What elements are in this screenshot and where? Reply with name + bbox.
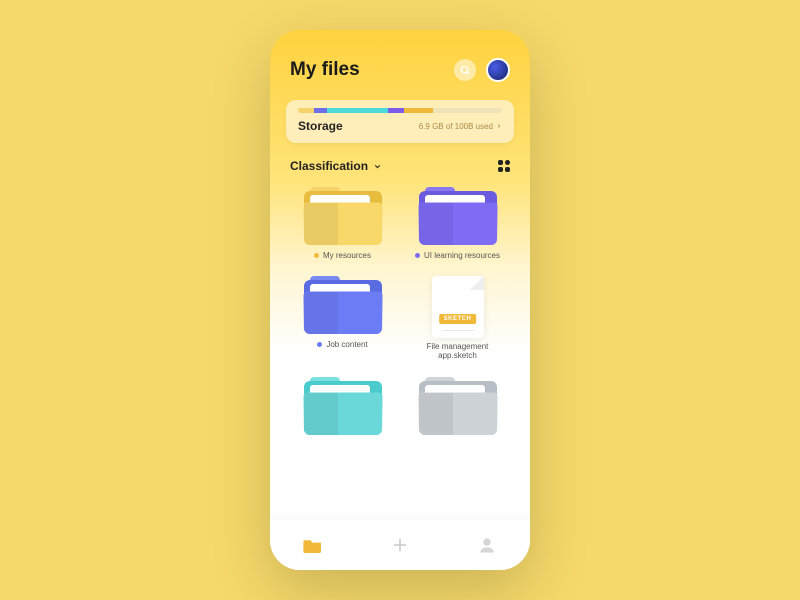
color-dot	[317, 342, 322, 347]
folder-label: UI learning resources	[415, 251, 500, 260]
tab-profile[interactable]	[476, 534, 498, 556]
storage-label: Storage	[298, 119, 343, 133]
storage-segment	[314, 108, 326, 113]
storage-bar	[298, 108, 502, 113]
color-dot	[314, 253, 319, 258]
user-icon	[478, 536, 496, 554]
storage-usage-text: 6.9 GB of 100B used	[419, 122, 493, 131]
folder-item[interactable]	[409, 377, 506, 441]
storage-segment	[388, 108, 404, 113]
folder-icon	[304, 187, 382, 245]
folder-name: My resources	[323, 251, 371, 260]
grid-icon	[498, 160, 503, 165]
tab-add[interactable]	[389, 534, 411, 556]
header-actions	[454, 58, 510, 82]
folder-name: Job content	[326, 340, 367, 349]
folder-icon	[303, 537, 323, 553]
avatar[interactable]	[486, 58, 510, 82]
storage-row: Storage 6.9 GB of 100B used	[298, 119, 502, 133]
file-grid: My resources UI learning resources Job con…	[270, 183, 530, 441]
tab-files[interactable]	[302, 534, 324, 556]
folder-icon	[304, 276, 382, 334]
folder-item[interactable]: My resources	[294, 187, 391, 260]
folder-icon	[419, 377, 497, 435]
header: My files	[270, 30, 530, 94]
file-badge: SKETCH	[439, 314, 477, 324]
storage-segment	[404, 108, 433, 113]
tabbar	[270, 520, 530, 570]
folder-label: Job content	[317, 340, 367, 349]
chevron-right-icon	[496, 123, 502, 129]
classification-row: Classification	[270, 157, 530, 183]
classification-dropdown[interactable]: Classification	[290, 159, 382, 173]
file-name: File management app.sketch	[423, 342, 493, 360]
folder-label: My resources	[314, 251, 371, 260]
phone-frame: My files Storage 6.9 GB of 100B used Cla…	[270, 30, 530, 570]
storage-card[interactable]: Storage 6.9 GB of 100B used	[286, 100, 514, 143]
folder-item[interactable]: Job content	[294, 276, 391, 360]
page-title: My files	[290, 59, 360, 81]
search-icon	[460, 65, 471, 76]
folder-icon	[419, 187, 497, 245]
storage-segment	[327, 108, 388, 113]
chevron-down-icon	[373, 162, 382, 171]
folder-icon	[304, 377, 382, 435]
storage-segment	[298, 108, 314, 113]
color-dot	[415, 253, 420, 258]
file-label: File management app.sketch	[423, 342, 493, 360]
storage-usage: 6.9 GB of 100B used	[419, 122, 502, 131]
folder-item[interactable]: UI learning resources	[409, 187, 506, 260]
folder-name: UI learning resources	[424, 251, 500, 260]
classification-label: Classification	[290, 159, 368, 173]
search-button[interactable]	[454, 59, 476, 81]
file-icon: SKETCH	[432, 276, 484, 338]
folder-item[interactable]	[294, 377, 391, 441]
plus-icon	[391, 536, 409, 554]
file-item[interactable]: SKETCH File management app.sketch	[409, 276, 506, 360]
view-toggle-button[interactable]	[498, 160, 510, 172]
